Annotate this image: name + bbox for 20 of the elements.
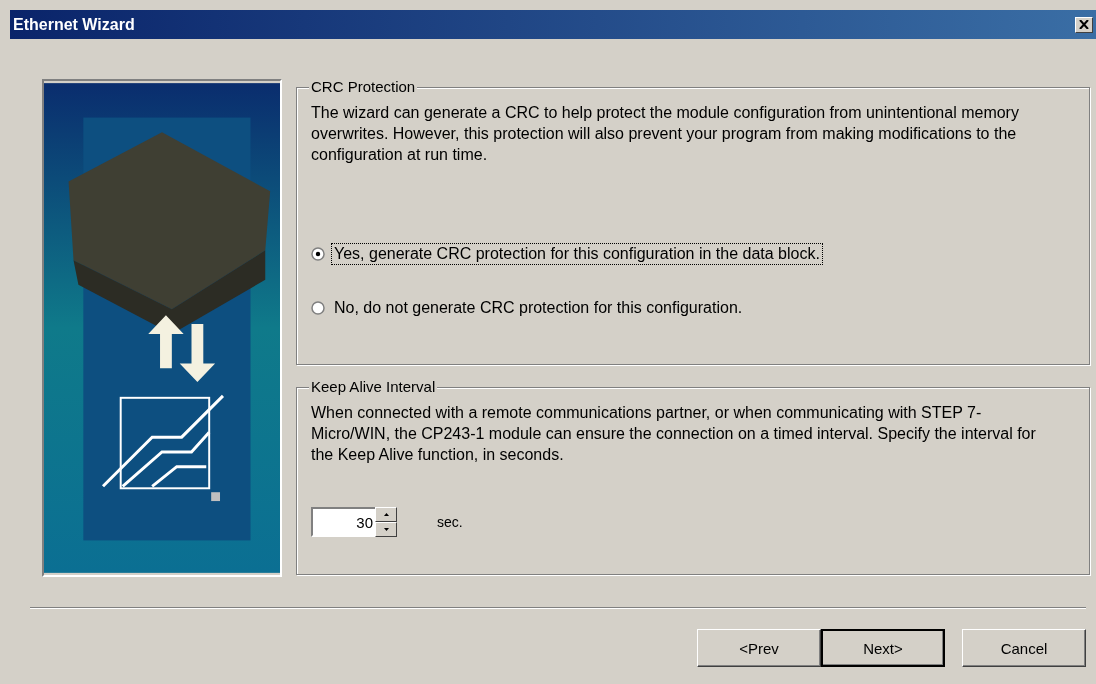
spin-up-button[interactable]	[375, 507, 397, 522]
interval-field[interactable]: 30	[311, 507, 375, 537]
group-title: CRC Protection	[309, 78, 418, 95]
radio-button[interactable]	[311, 247, 325, 261]
cancel-button[interactable]: Cancel	[962, 629, 1086, 667]
unit-label: sec.	[437, 514, 463, 530]
up-arrow-icon	[383, 513, 389, 516]
group-title: Keep Alive Interval	[309, 378, 438, 395]
spin-down-button[interactable]	[375, 522, 397, 537]
description-text: The wizard can generate a CRC to help protect the module configuration from unintentional memory overwrites. However, this protection will also prevent your program from making modifications to the configuration at run time.	[311, 103, 1020, 165]
window-title: Ethernet Wizard	[13, 15, 135, 34]
next-button[interactable]: Next>	[821, 629, 945, 667]
close-button[interactable]	[1075, 16, 1093, 33]
description-text: When connected with a remote communications partner, or when communicating with STEP 7-Micro/WIN, the CP243-1 module can ensure the connection on a timed interval. Specify the interval for the Keep Alive function, in seconds.	[311, 403, 1037, 465]
close-icon	[1079, 20, 1089, 29]
radio-button[interactable]	[311, 301, 325, 315]
prev-button[interactable]: <Prev	[697, 629, 821, 667]
radio-label[interactable]: Yes, generate CRC protection for this configuration in the data block.	[331, 243, 823, 265]
down-arrow-icon	[383, 528, 389, 531]
radio-label[interactable]: No, do not generate CRC protection for this configuration.	[331, 297, 746, 319]
